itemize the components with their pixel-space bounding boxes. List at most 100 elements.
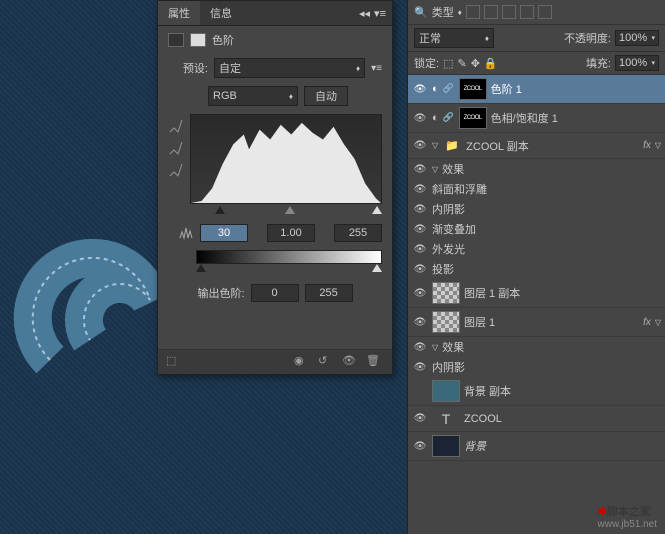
visibility-icon[interactable]: 👁 [412, 202, 428, 216]
filter-smart-icon[interactable] [538, 5, 552, 19]
lock-label: 锁定: [414, 55, 439, 71]
input-mid[interactable] [267, 224, 315, 242]
visibility-icon[interactable]: 👁 [412, 222, 428, 236]
midtone-handle[interactable] [285, 206, 295, 214]
visibility-icon[interactable]: 👁 [412, 315, 428, 329]
fx-toggle-icon[interactable]: ▽ [655, 141, 661, 150]
output-slider[interactable] [196, 266, 382, 276]
layer-effect[interactable]: 👁内阴影 [408, 357, 665, 377]
layer-row[interactable]: 👁◐🔗ZCOOL色相/饱和度 1 [408, 104, 665, 133]
layer-effect[interactable]: 👁投影 [408, 259, 665, 279]
lock-paint-icon[interactable]: ✎ [457, 57, 466, 70]
link-icon: 🔗 [443, 83, 455, 95]
output-gradient [196, 250, 382, 264]
menu-icon[interactable]: ▾≡ [374, 7, 386, 20]
folder-icon: 📁 [442, 139, 462, 152]
visibility-icon[interactable]: 👁 [412, 242, 428, 256]
visibility-icon[interactable]: 👁 [412, 360, 428, 374]
layer-row[interactable]: 👁背景 [408, 432, 665, 461]
visibility-icon[interactable] [412, 384, 428, 398]
reset-icon[interactable]: ↺ [318, 354, 336, 370]
output-black[interactable] [251, 284, 299, 302]
opacity-input[interactable]: 100%▾ [615, 30, 659, 46]
filter-shape-icon[interactable] [520, 5, 534, 19]
blend-mode-select[interactable]: 正常♦ [414, 28, 494, 48]
tab-info[interactable]: 信息 [200, 1, 242, 25]
link-icon: 🔗 [443, 112, 455, 124]
lock-all-icon[interactable]: 🔒 [484, 57, 498, 70]
preset-menu-icon[interactable]: ▾≡ [371, 63, 382, 74]
preset-select[interactable]: 自定♦ [214, 58, 365, 78]
watermark: ✱脚本之家 www.jb51.net [598, 503, 657, 530]
layer-effect[interactable]: 👁渐变叠加 [408, 219, 665, 239]
kind-icon[interactable]: 🔍 [414, 6, 428, 19]
visibility-icon[interactable]: 👁 [412, 412, 428, 426]
layer-row[interactable]: 👁图层 1 副本 [408, 279, 665, 308]
layer-row[interactable]: 👁图层 1fx▽ [408, 308, 665, 337]
layer-row[interactable]: 背景 副本 [408, 377, 665, 406]
levels-icon [168, 33, 184, 47]
input-white[interactable] [334, 224, 382, 242]
auto-button[interactable]: 自动 [304, 86, 348, 106]
out-white-handle[interactable] [372, 264, 382, 272]
layer-thumb: ZCOOL [459, 107, 487, 129]
layer-thumb [432, 311, 460, 333]
layer-effect[interactable]: 👁斜面和浮雕 [408, 179, 665, 199]
visibility-icon[interactable]: 👁 [412, 262, 428, 276]
panel-title: 色阶 [212, 32, 234, 48]
layer-effect[interactable]: 👁内阴影 [408, 199, 665, 219]
lock-pos-icon[interactable]: ✥ [471, 57, 480, 70]
properties-panel: 属性 信息 ◂◂ ▾≡ 色阶 预设: 自定♦ ▾≡ RGB♦ 自动 [157, 0, 393, 375]
out-black-handle[interactable] [196, 264, 206, 272]
layers-panel: 🔍 类型 ♦ 正常♦ 不透明度: 100%▾ 锁定: ⬚ ✎ ✥ 🔒 填充: 1… [407, 0, 665, 534]
fill-label: 填充: [586, 55, 611, 71]
output-label: 输出色阶: [197, 285, 244, 301]
lock-trans-icon[interactable]: ⬚ [443, 57, 453, 70]
mask-icon [190, 33, 206, 47]
visibility-icon[interactable]: 👁 [412, 111, 428, 125]
visibility-icon[interactable]: 👁 [412, 439, 428, 453]
visibility-icon[interactable]: 👁 [412, 182, 428, 196]
input-slider[interactable] [196, 208, 382, 218]
layer-list: 👁◐🔗ZCOOL色阶 1👁◐🔗ZCOOL色相/饱和度 1👁▽📁ZCOOL 副本f… [408, 75, 665, 519]
filter-type-icon[interactable] [502, 5, 516, 19]
expand-icon[interactable]: ▽ [432, 141, 438, 150]
layer-row[interactable]: 👁▽📁ZCOOL 副本fx▽ [408, 133, 665, 159]
layer-row[interactable]: 👁◐🔗ZCOOL色阶 1 [408, 75, 665, 104]
visibility-icon[interactable]: 👁 [412, 139, 428, 153]
visibility-icon[interactable]: 👁 [412, 340, 428, 354]
visibility-icon[interactable]: 👁 [412, 286, 428, 300]
opacity-label: 不透明度: [564, 30, 611, 46]
adj-icon: ◐ [432, 83, 439, 95]
gray-eyedropper-icon[interactable] [168, 140, 184, 156]
white-point-handle[interactable] [372, 206, 382, 214]
layer-effect[interactable]: 👁▽效果 [408, 159, 665, 179]
view-icon[interactable]: 👁 [342, 354, 360, 370]
prev-icon[interactable]: ◉ [294, 354, 312, 370]
output-white[interactable] [305, 284, 353, 302]
layer-effect[interactable]: 👁外发光 [408, 239, 665, 259]
layer-effect[interactable]: 👁▽效果 [408, 337, 665, 357]
preset-label: 预设: [168, 60, 208, 76]
layer-row[interactable]: 👁TZCOOL [408, 406, 665, 432]
layer-thumb [432, 435, 460, 457]
black-point-handle[interactable] [215, 206, 225, 214]
black-eyedropper-icon[interactable] [168, 118, 184, 134]
visibility-icon[interactable]: 👁 [412, 82, 428, 96]
filter-adj-icon[interactable] [484, 5, 498, 19]
visibility-icon[interactable]: 👁 [412, 162, 428, 176]
channel-select[interactable]: RGB♦ [208, 86, 298, 106]
layer-thumb [432, 282, 460, 304]
delete-icon[interactable]: 🗑 [366, 354, 384, 370]
levels-small-icon [178, 226, 194, 240]
fx-toggle-icon[interactable]: ▽ [655, 318, 661, 327]
filter-pixel-icon[interactable] [466, 5, 480, 19]
fill-input[interactable]: 100%▾ [615, 55, 659, 71]
tab-properties[interactable]: 属性 [158, 1, 200, 25]
layer-thumb [432, 380, 460, 402]
adj-icon: ◐ [432, 112, 439, 124]
input-black[interactable] [200, 224, 248, 242]
collapse-icon[interactable]: ◂◂ [359, 7, 370, 20]
white-eyedropper-icon[interactable] [168, 162, 184, 178]
clip-icon[interactable]: ⬚ [166, 354, 184, 370]
